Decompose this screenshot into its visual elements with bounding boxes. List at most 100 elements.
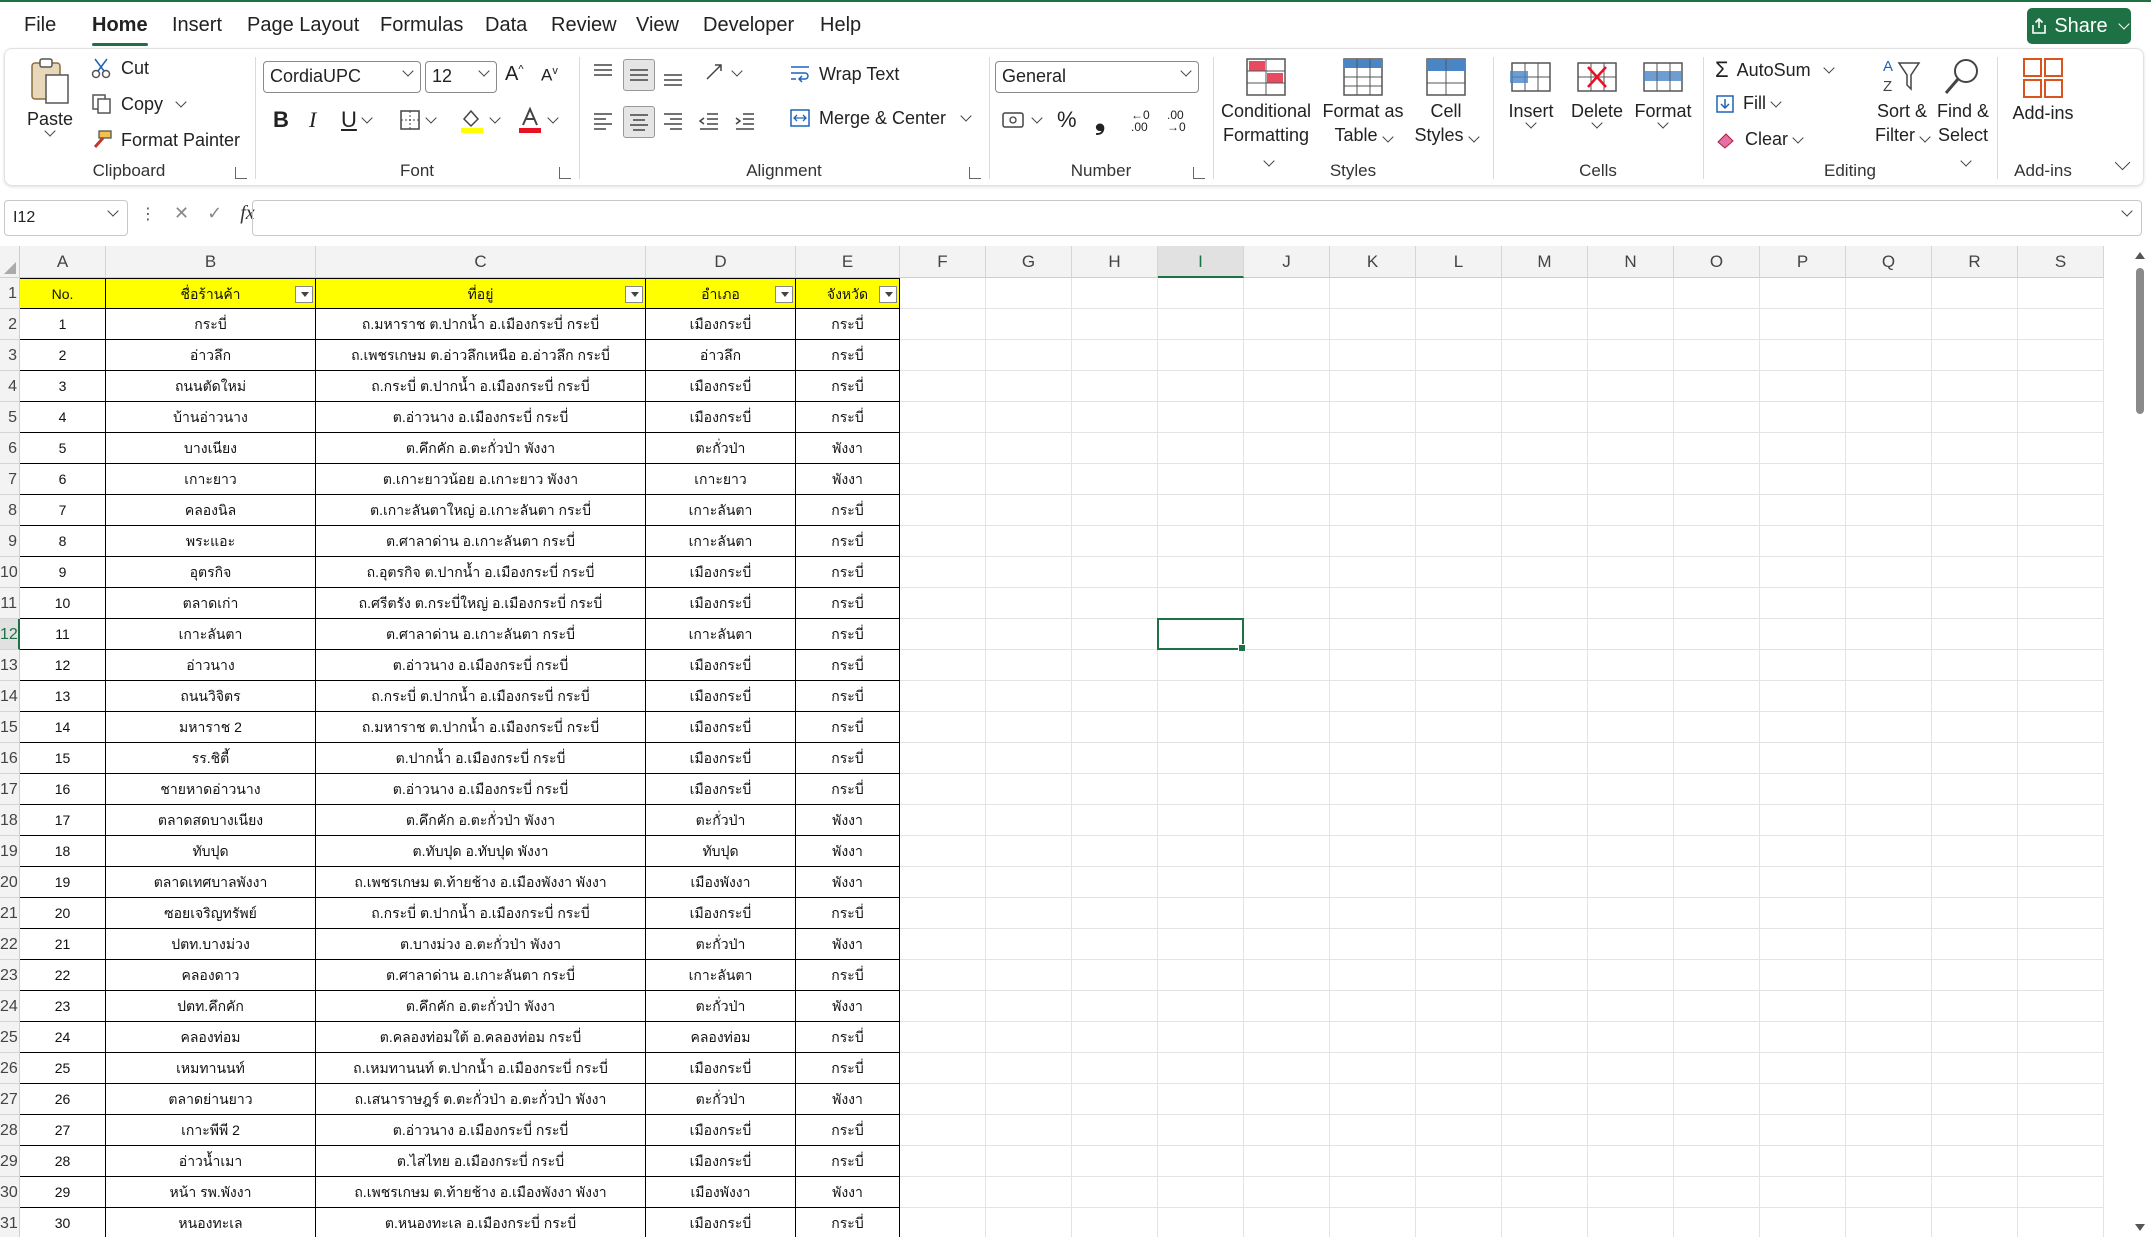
cell-f14[interactable]	[900, 681, 986, 712]
cell-m25[interactable]	[1502, 1022, 1588, 1053]
select-all-button[interactable]	[0, 246, 20, 278]
cell-a25[interactable]: 24	[20, 1022, 106, 1053]
clear-button[interactable]: Clear	[1715, 129, 1804, 150]
cell-d5[interactable]: เมืองกระบี่	[646, 402, 796, 433]
cell-b3[interactable]: อ่าวลึก	[106, 340, 316, 371]
cell-m3[interactable]	[1502, 340, 1588, 371]
cell-o5[interactable]	[1674, 402, 1760, 433]
conditional-formatting-button[interactable]: Conditional Formatting	[1217, 57, 1315, 171]
cell-g2[interactable]	[986, 309, 1072, 340]
cell-k8[interactable]	[1330, 495, 1416, 526]
row-header-17[interactable]: 17	[0, 774, 20, 805]
cell-m19[interactable]	[1502, 836, 1588, 867]
row-header-25[interactable]: 25	[0, 1022, 20, 1053]
cell-f20[interactable]	[900, 867, 986, 898]
cell-b23[interactable]: คลองดาว	[106, 960, 316, 991]
cell-e4[interactable]: กระบี่	[796, 371, 900, 402]
header-address[interactable]: ที่อยู่	[316, 278, 646, 309]
cell-m13[interactable]	[1502, 650, 1588, 681]
cell-k10[interactable]	[1330, 557, 1416, 588]
header-province[interactable]: จังหวัด	[796, 278, 900, 309]
cell-s7[interactable]	[2018, 464, 2104, 495]
cell-r26[interactable]	[1932, 1053, 2018, 1084]
cell-r27[interactable]	[1932, 1084, 2018, 1115]
cell-n15[interactable]	[1588, 712, 1674, 743]
cell-s8[interactable]	[2018, 495, 2104, 526]
cell-n6[interactable]	[1588, 433, 1674, 464]
cell-i7[interactable]	[1158, 464, 1244, 495]
cell-b28[interactable]: เกาะพีพี 2	[106, 1115, 316, 1146]
cell-k24[interactable]	[1330, 991, 1416, 1022]
cell-j11[interactable]	[1244, 588, 1330, 619]
cell-c6[interactable]: ต.คึกคัก อ.ตะกั่วป่า พังงา	[316, 433, 646, 464]
cell-r11[interactable]	[1932, 588, 2018, 619]
cell-g15[interactable]	[986, 712, 1072, 743]
cell-l26[interactable]	[1416, 1053, 1502, 1084]
cell-p17[interactable]	[1760, 774, 1846, 805]
cell-q11[interactable]	[1846, 588, 1932, 619]
cell-e31[interactable]: กระบี่	[796, 1208, 900, 1237]
cell-m31[interactable]	[1502, 1208, 1588, 1237]
cell-p5[interactable]	[1760, 402, 1846, 433]
cell-g10[interactable]	[986, 557, 1072, 588]
column-header-e[interactable]: E	[796, 246, 900, 278]
cell-l22[interactable]	[1416, 929, 1502, 960]
cell-q12[interactable]	[1846, 619, 1932, 650]
cell-d6[interactable]: ตะกั่วป่า	[646, 433, 796, 464]
cell-styles-button[interactable]: Cell Styles	[1409, 57, 1483, 147]
cell-k3[interactable]	[1330, 340, 1416, 371]
cell-g31[interactable]	[986, 1208, 1072, 1237]
cell-r22[interactable]	[1932, 929, 2018, 960]
cell-s30[interactable]	[2018, 1177, 2104, 1208]
cell-j5[interactable]	[1244, 402, 1330, 433]
cell-i13[interactable]	[1158, 650, 1244, 681]
cell-q23[interactable]	[1846, 960, 1932, 991]
cell-a16[interactable]: 15	[20, 743, 106, 774]
cell-l11[interactable]	[1416, 588, 1502, 619]
cell-g14[interactable]	[986, 681, 1072, 712]
cell-a18[interactable]: 17	[20, 805, 106, 836]
cell-d18[interactable]: ตะกั่วป่า	[646, 805, 796, 836]
cell-b16[interactable]: รร.ชิตี้	[106, 743, 316, 774]
cell-p13[interactable]	[1760, 650, 1846, 681]
cell-h27[interactable]	[1072, 1084, 1158, 1115]
row-header-2[interactable]: 2	[0, 309, 20, 340]
cell-d13[interactable]: เมืองกระบี่	[646, 650, 796, 681]
cell-g29[interactable]	[986, 1146, 1072, 1177]
active-cell-highlight[interactable]	[1157, 618, 1246, 652]
cell-a22[interactable]: 21	[20, 929, 106, 960]
column-header-o[interactable]: O	[1674, 246, 1760, 278]
cell-d31[interactable]: เมืองกระบี่	[646, 1208, 796, 1237]
cell-o31[interactable]	[1674, 1208, 1760, 1237]
cell-c15[interactable]: ถ.มหาราช ต.ปากน้ำ อ.เมืองกระบี่ กระบี่	[316, 712, 646, 743]
cell-g22[interactable]	[986, 929, 1072, 960]
cell-j20[interactable]	[1244, 867, 1330, 898]
cell-m21[interactable]	[1502, 898, 1588, 929]
cell-h23[interactable]	[1072, 960, 1158, 991]
cell-q14[interactable]	[1846, 681, 1932, 712]
cell-k21[interactable]	[1330, 898, 1416, 929]
cell-b24[interactable]: ปตท.คึกคัก	[106, 991, 316, 1022]
cell-h3[interactable]	[1072, 340, 1158, 371]
cell-g8[interactable]	[986, 495, 1072, 526]
cell-p3[interactable]	[1760, 340, 1846, 371]
cell-m8[interactable]	[1502, 495, 1588, 526]
cell-m7[interactable]	[1502, 464, 1588, 495]
cell-l8[interactable]	[1416, 495, 1502, 526]
cell-h17[interactable]	[1072, 774, 1158, 805]
cell-c13[interactable]: ต.อ่าวนาง อ.เมืองกระบี่ กระบี่	[316, 650, 646, 681]
cell-q17[interactable]	[1846, 774, 1932, 805]
cell-g11[interactable]	[986, 588, 1072, 619]
delete-cells-button[interactable]: Delete	[1565, 57, 1629, 129]
cell-m29[interactable]	[1502, 1146, 1588, 1177]
cell-c10[interactable]: ถ.อุตรกิจ ต.ปากน้ำ อ.เมืองกระบี่ กระบี่	[316, 557, 646, 588]
cell-m20[interactable]	[1502, 867, 1588, 898]
cell-c5[interactable]: ต.อ่าวนาง อ.เมืองกระบี่ กระบี่	[316, 402, 646, 433]
cell-o28[interactable]	[1674, 1115, 1760, 1146]
cell-j25[interactable]	[1244, 1022, 1330, 1053]
cell-b29[interactable]: อ่าวน้ำเมา	[106, 1146, 316, 1177]
cell-c30[interactable]: ถ.เพชรเกษม ต.ท้ายช้าง อ.เมืองพังงา พังงา	[316, 1177, 646, 1208]
cell-e22[interactable]: พังงา	[796, 929, 900, 960]
cell-a23[interactable]: 22	[20, 960, 106, 991]
filter-dropdown-icon[interactable]	[879, 286, 897, 303]
